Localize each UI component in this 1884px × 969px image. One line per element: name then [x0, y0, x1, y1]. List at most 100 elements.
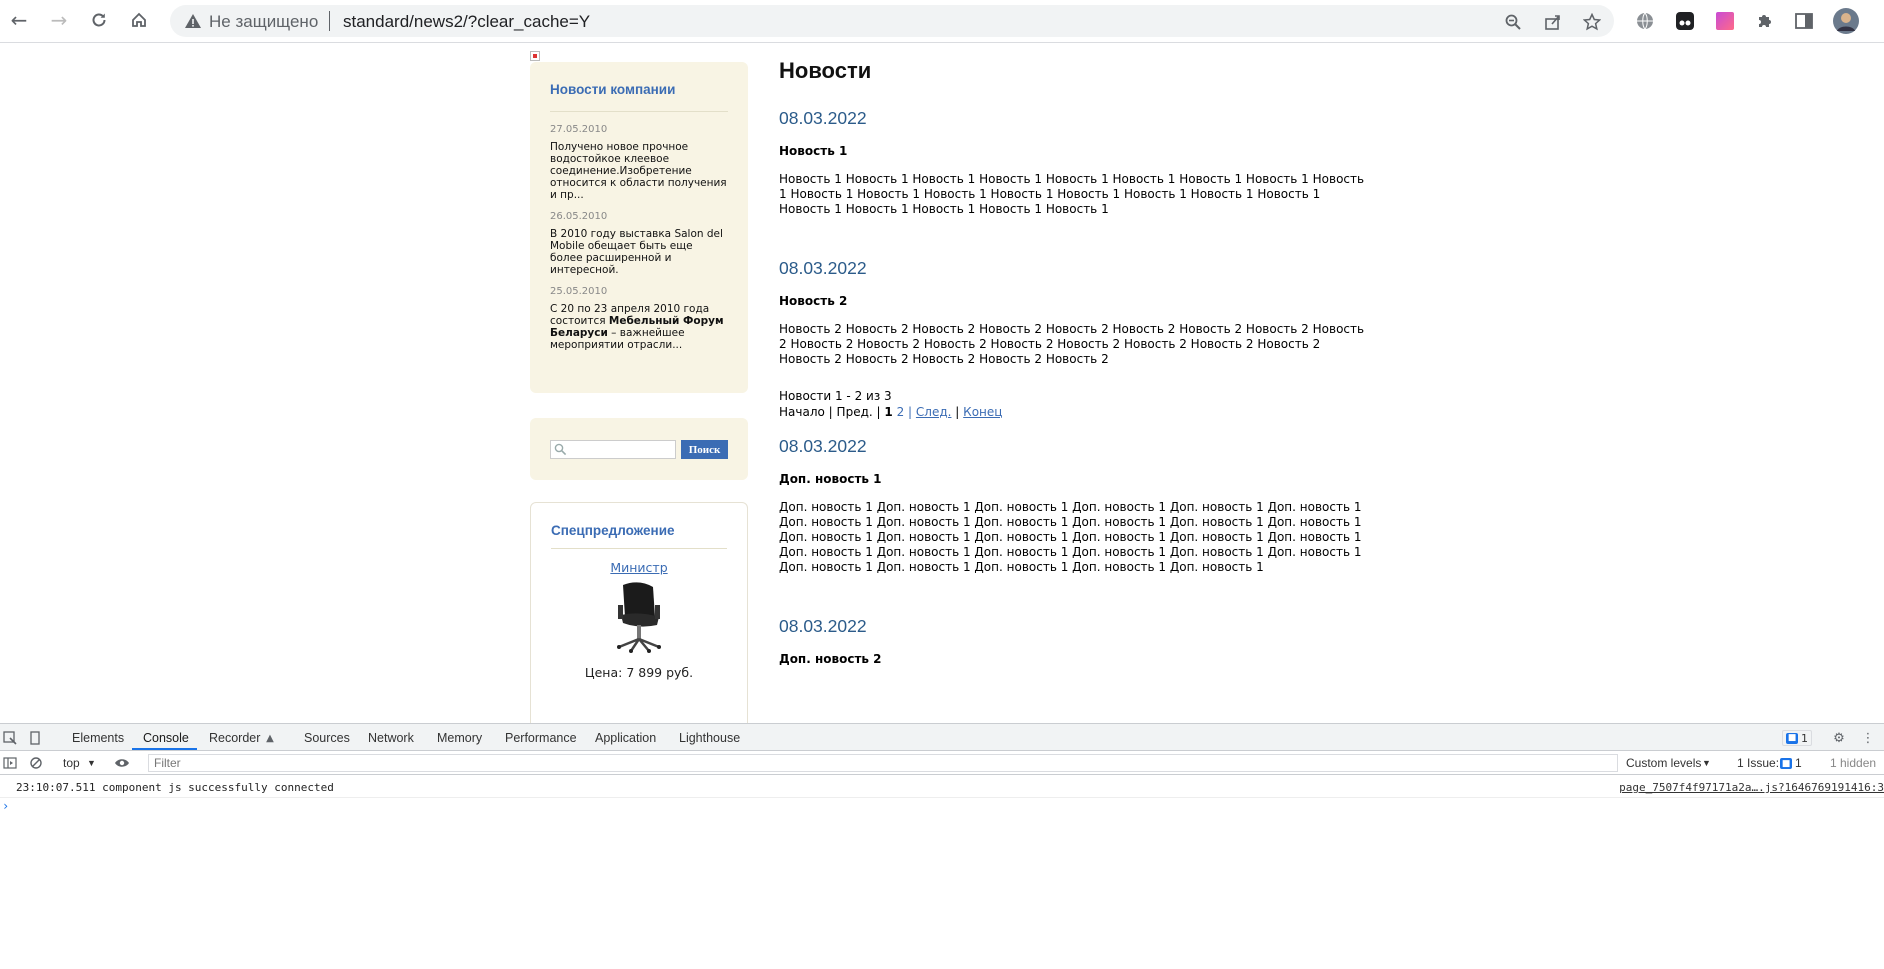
offer-price: Цена: 7 899 руб.	[584, 665, 694, 680]
url-text[interactable]: standard/news2/?clear_cache=Y	[343, 12, 590, 32]
warning-icon[interactable]	[184, 12, 202, 30]
news-title[interactable]: Доп. новость 2	[779, 652, 1369, 666]
search-button[interactable]: Поиск	[681, 440, 728, 459]
globe-extension-icon[interactable]	[1633, 9, 1657, 33]
pager-next-link[interactable]: След.	[916, 405, 952, 419]
live-expression-eye-icon[interactable]	[114, 755, 130, 771]
active-tab-indicator	[132, 748, 197, 750]
pagination-summary: Новости 1 - 2 из 3	[779, 389, 892, 403]
flask-icon: ▲	[266, 732, 274, 744]
settings-gear-icon[interactable]: ⚙	[1831, 730, 1847, 746]
console-filter-input[interactable]: Filter	[148, 754, 1618, 772]
tab-sources[interactable]: Sources	[304, 731, 350, 745]
news-entry: 08.03.2022 Новость 2 Новость 2 Новость 2…	[779, 258, 1369, 367]
incognito-extension-icon[interactable]	[1673, 9, 1697, 33]
pager-current: 1	[884, 404, 893, 419]
pager-sep: |	[828, 404, 833, 419]
issue-icon: ■	[1780, 758, 1792, 769]
news-item-text[interactable]: С 20 по 23 апреля 2010 года состоится Ме…	[550, 303, 728, 351]
zoom-icon[interactable]	[1502, 11, 1524, 33]
news-date: 08.03.2022	[779, 436, 867, 456]
offer-product-link[interactable]: Министр	[551, 560, 727, 575]
tab-console[interactable]: Console	[143, 731, 189, 745]
pager-prev: Пред.	[836, 404, 873, 419]
insecure-label[interactable]: Не защищено	[209, 12, 318, 32]
gradient-extension-icon[interactable]	[1713, 9, 1737, 33]
page-title: Новости	[779, 58, 872, 83]
browser-toolbar: ← → Не защищено standard/news2/?clear_ca…	[0, 0, 1884, 43]
levels-dropdown-icon[interactable]: ▼	[1702, 758, 1711, 768]
console-log-source-link[interactable]: page_7507f4f97171a2a….js?1646769191416:3	[1619, 781, 1884, 794]
context-dropdown-icon[interactable]: ▼	[87, 758, 96, 768]
hidden-count: 1 hidden	[1830, 756, 1877, 770]
company-news-title[interactable]: Новости компании	[550, 82, 728, 97]
news-item-date: 25.05.2010	[550, 286, 608, 297]
issues-label[interactable]: 1 Issue:	[1737, 756, 1779, 770]
messages-badge[interactable]: ■ 1	[1782, 730, 1812, 746]
news-entry: 08.03.2022 Новость 1 Новость 1 Новость 1…	[779, 108, 1369, 217]
news-body: Новость 1 Новость 1 Новость 1 Новость 1 …	[779, 172, 1365, 216]
tab-network[interactable]: Network	[368, 731, 414, 745]
search-input[interactable]	[550, 440, 676, 459]
extensions-puzzle-icon[interactable]	[1753, 9, 1777, 33]
profile-avatar[interactable]	[1832, 7, 1860, 35]
news-item-text[interactable]: Получено новое прочное водостойкое клеев…	[550, 141, 728, 201]
company-news-box: Новости компании 27.05.2010 Получено нов…	[530, 62, 748, 393]
tab-application[interactable]: Application	[595, 731, 656, 745]
side-panel-icon[interactable]	[1792, 9, 1816, 33]
tab-recorder[interactable]: Recorder	[209, 731, 260, 745]
home-icon[interactable]	[127, 8, 151, 32]
tab-elements[interactable]: Elements	[72, 731, 124, 745]
log-levels-dropdown[interactable]: Custom levels	[1626, 756, 1701, 770]
divider	[551, 548, 727, 549]
tab-performance[interactable]: Performance	[505, 731, 577, 745]
sidebar-toggle-icon[interactable]	[2, 755, 18, 771]
pager-sep: |	[876, 404, 881, 419]
forward-icon[interactable]: →	[47, 8, 71, 32]
divider	[550, 111, 728, 112]
special-offer-title[interactable]: Спецпредложение	[551, 523, 727, 538]
search-box: Поиск	[530, 418, 748, 480]
devtools-tab-bar: Elements Console Recorder ▲ Sources Netw…	[0, 724, 1884, 751]
news-body: Доп. новость 1 Доп. новость 1 Доп. новос…	[779, 500, 1362, 574]
clear-console-icon[interactable]	[28, 755, 44, 771]
issues-count[interactable]: 1	[1795, 756, 1802, 770]
inspect-element-icon[interactable]	[2, 730, 18, 746]
news-item-text[interactable]: В 2010 году выставка Salon del Mobile об…	[550, 228, 728, 276]
pager-sep: |	[955, 404, 960, 419]
console-divider	[0, 797, 1884, 798]
extra-news-entry: 08.03.2022 Доп. новость 2	[779, 616, 1369, 666]
search-icon	[554, 443, 567, 456]
back-icon[interactable]: ←	[7, 8, 31, 32]
tab-lighthouse[interactable]: Lighthouse	[679, 731, 740, 745]
device-toolbar-icon[interactable]	[27, 730, 43, 746]
pagination: Новости 1 - 2 из 3 Начало | Пред. | 1 2 …	[779, 389, 1369, 420]
news-date: 08.03.2022	[779, 258, 867, 278]
web-page: Новости компании 27.05.2010 Получено нов…	[0, 44, 1884, 723]
main-content: Новости 08.03.2022 Новость 1 Новость 1 Н…	[779, 58, 1369, 680]
context-selector[interactable]: top	[63, 756, 80, 770]
bookmark-star-icon[interactable]	[1581, 11, 1603, 33]
devtools-panel: Elements Console Recorder ▲ Sources Netw…	[0, 723, 1884, 969]
reload-icon[interactable]	[87, 8, 111, 32]
pager-sep: |	[908, 404, 913, 419]
address-bar[interactable]: Не защищено standard/news2/?clear_cache=…	[170, 5, 1614, 37]
console-log-message: 23:10:07.511 component js successfully c…	[16, 781, 334, 794]
pager-page-2-link[interactable]: 2	[897, 405, 905, 419]
news-title[interactable]: Новость 2	[779, 294, 1369, 308]
tab-memory[interactable]: Memory	[437, 731, 482, 745]
more-options-icon[interactable]: ⋮	[1860, 730, 1876, 746]
broken-image-icon	[530, 51, 540, 61]
console-prompt-chevron-icon[interactable]: ›	[2, 799, 9, 813]
pagination-links: Начало | Пред. | 1 2 | След. | Конец	[779, 405, 1369, 421]
news-title[interactable]: Новость 1	[779, 144, 1369, 158]
special-offer-box: Спецпредложение Министр Цена: 7 899 руб.	[530, 502, 748, 723]
pager-first: Начало	[779, 404, 825, 419]
news-title[interactable]: Доп. новость 1	[779, 472, 1369, 486]
news-body: Новость 2 Новость 2 Новость 2 Новость 2 …	[779, 322, 1365, 366]
news-date: 08.03.2022	[779, 616, 867, 636]
pager-last-link[interactable]: Конец	[963, 405, 1002, 419]
news-item-date: 27.05.2010	[550, 124, 608, 135]
share-icon[interactable]	[1542, 11, 1564, 33]
office-chair-image[interactable]	[609, 581, 669, 653]
